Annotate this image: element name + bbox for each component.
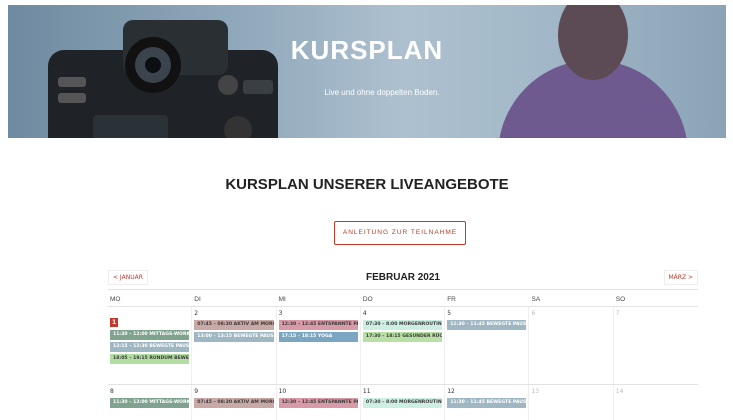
- day-cell[interactable]: 11 07:30 – 8:00 MORGENROUTINE: [361, 385, 446, 420]
- day-cell[interactable]: 8 11:30 – 12:00 MITTAGS-WORKOUT: [108, 385, 193, 420]
- weekday-label: DI: [194, 296, 201, 303]
- day-number: 9: [194, 388, 199, 395]
- event[interactable]: 12:30 – 12:45 ENTSPANNTE PAUSE: [278, 398, 358, 408]
- instructions-button[interactable]: ANLEITUNG ZUR TEILNAHME: [334, 221, 466, 245]
- event[interactable]: 12:15 – 12:30 BEWEGTE PAUSE: [110, 342, 190, 352]
- hero-title: KURSPLAN: [290, 35, 444, 65]
- event[interactable]: 13:00 – 13:15 BEWEGTE PAUSE: [194, 332, 274, 342]
- day-number: 3: [278, 310, 283, 317]
- day-number: 11: [362, 388, 371, 395]
- day-cell[interactable]: 10 12:30 – 12:45 ENTSPANNTE PAUSE: [277, 385, 361, 420]
- day-number: 6: [531, 310, 536, 317]
- calendar: < JANUAR FEBRUAR 2021 MÄRZ > MO DI MI DO…: [108, 269, 698, 420]
- event[interactable]: 07:45 – 08:30 AKTIV AM MORGEN: [194, 320, 274, 330]
- day-number: 10: [278, 388, 287, 395]
- event[interactable]: 07:45 – 08:30 AKTIV AM MORGEN: [194, 398, 274, 408]
- day-cell[interactable]: 4 07:30 – 8:00 MORGENROUTINE 17:30 – 18:…: [361, 307, 446, 384]
- hero-banner: KURSPLAN Live und ohne doppelten Boden.: [8, 5, 726, 138]
- weekday-label: MO: [110, 296, 121, 303]
- weekday-label: SO: [615, 296, 626, 303]
- weekday-label: MI: [278, 296, 286, 303]
- event[interactable]: 12:30 – 12:45 ENTSPANNTE PAUSE: [278, 320, 358, 330]
- day-number: 12: [447, 388, 455, 395]
- day-cell[interactable]: 5 11:30 – 11:45 BEWEGTE PAUSE: [445, 307, 530, 384]
- section-title: KURSPLAN UNSERER LIVEANGEBOTE: [225, 176, 509, 193]
- day-number: 13: [531, 388, 540, 395]
- day-number: 5: [447, 310, 452, 317]
- day-cell[interactable]: 9 07:45 – 08:30 AKTIV AM MORGEN: [192, 385, 277, 420]
- day-cell[interactable]: 2 07:45 – 08:30 AKTIV AM MORGEN 13:00 – …: [192, 307, 277, 384]
- day-cell[interactable]: 12 11:30 – 11:45 BEWEGTE PAUSE: [445, 385, 530, 420]
- month-title: FEBRUAR 2021: [366, 272, 440, 283]
- day-cell[interactable]: 1 11:30 – 12:00 MITTAGS-WORKOUT 12:15 – …: [108, 307, 193, 384]
- calendar-week: 1 11:30 – 12:00 MITTAGS-WORKOUT 12:15 – …: [108, 306, 698, 384]
- calendar-week: 8 11:30 – 12:00 MITTAGS-WORKOUT 9 07:45 …: [108, 384, 698, 420]
- event[interactable]: 07:30 – 8:00 MORGENROUTINE: [362, 320, 443, 330]
- next-month-button[interactable]: MÄRZ >: [663, 270, 698, 285]
- day-number: 8: [110, 388, 114, 395]
- day-cell[interactable]: 3 12:30 – 12:45 ENTSPANNTE PAUSE 17:15 –…: [277, 307, 361, 384]
- day-cell[interactable]: 7: [614, 307, 698, 384]
- page: KURSPLAN Live und ohne doppelten Boden. …: [0, 0, 733, 420]
- hero-subtitle: Live und ohne doppelten Boden.: [324, 88, 440, 97]
- event[interactable]: 11:30 – 11:45 BEWEGTE PAUSE: [447, 398, 527, 408]
- day-number: 14: [615, 388, 624, 395]
- event[interactable]: 11:30 – 12:00 MITTAGS-WORKOUT: [110, 398, 190, 408]
- weekday-label: FR: [447, 296, 456, 303]
- day-cell[interactable]: 14: [614, 385, 698, 420]
- day-cell[interactable]: 6: [529, 307, 614, 384]
- event[interactable]: 17:30 – 18:15 GESUNDER RÜCKEN: [362, 332, 443, 342]
- day-cell[interactable]: 13: [529, 385, 614, 420]
- calendar-header: < JANUAR FEBRUAR 2021 MÄRZ >: [108, 269, 698, 286]
- main-content: KURSPLAN UNSERER LIVEANGEBOTE ANLEITUNG …: [8, 138, 726, 420]
- event[interactable]: 07:30 – 8:00 MORGENROUTINE: [362, 398, 443, 408]
- person-image: [499, 5, 687, 138]
- event[interactable]: 17:15 – 18:15 YOGA: [278, 332, 358, 342]
- camera-image: [48, 20, 278, 138]
- day-number: 4: [362, 310, 367, 317]
- day-number: 7: [615, 310, 620, 317]
- event[interactable]: 11:30 – 12:00 MITTAGS-WORKOUT: [110, 330, 190, 340]
- weekday-header: MO DI MI DO FR SA SO: [108, 289, 698, 306]
- weekday-label: DO: [362, 296, 373, 303]
- event[interactable]: 11:30 – 11:45 BEWEGTE PAUSE: [447, 320, 527, 330]
- event[interactable]: 18:05 – 19:15 RUNDUM BEWEGLICH: [110, 354, 190, 364]
- day-number-today: 1: [110, 318, 119, 327]
- weekday-label: SA: [531, 296, 541, 303]
- day-number: 2: [194, 310, 199, 317]
